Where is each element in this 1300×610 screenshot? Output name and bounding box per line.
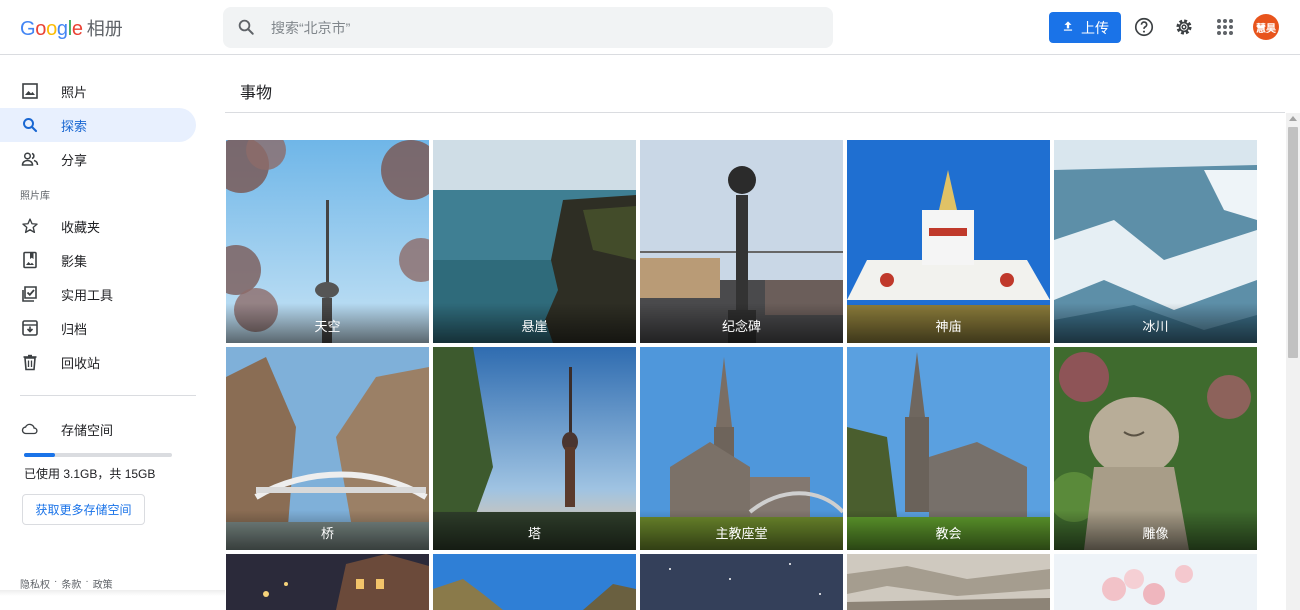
tile-caption: 纪念碑 [640,303,843,343]
sidebar-bottom-shadow [0,590,225,596]
sidebar-divider [20,395,196,396]
category-tile-cliff[interactable]: 悬崖 [433,140,636,343]
library-section-label: 照片库 [20,191,50,202]
account-avatar[interactable]: 慧昊 [1253,14,1279,40]
category-tile[interactable] [433,554,636,610]
policy-link[interactable]: 政策 [93,576,113,591]
rocks-photo [847,554,1050,610]
town-night-photo [226,554,429,610]
photo-icon [21,82,39,100]
sidebar-nav: 照片 探索 分享 照片库 收藏夹 影集 实用工具 归档 回收站 存储空间 已使用… [0,55,210,610]
tile-caption: 悬崖 [433,303,636,343]
help-icon[interactable] [1133,16,1155,38]
upload-label: 上传 [1081,19,1109,36]
logo-product-name: 相册 [86,19,123,39]
page-title: 事物 [240,85,273,102]
category-tile[interactable] [226,554,429,610]
tile-caption: 塔 [433,510,636,550]
tile-caption: 冰川 [1054,303,1257,343]
storage-progress-fill [24,453,55,457]
storage-usage-text: 已使用 3.1GB，共 15GB [24,467,156,481]
sidebar-item-albums[interactable]: 影集 [0,243,196,277]
upload-icon [1061,19,1075,36]
sidebar-item-utilities[interactable]: 实用工具 [0,277,196,311]
tile-caption: 桥 [226,510,429,550]
category-tile-glacier[interactable]: 冰川 [1054,140,1257,343]
tile-caption: 天空 [226,303,429,343]
people-icon [21,150,39,168]
category-tile-monument[interactable]: 纪念碑 [640,140,843,343]
logo-google-text: Google [20,18,83,40]
tile-caption: 神庙 [847,303,1050,343]
sidebar-item-label: 回收站 [61,355,101,371]
google-photos-logo[interactable]: Google 相册 [20,15,123,41]
footer-separator: · [54,576,58,587]
sidebar-item-label: 照片 [61,84,88,100]
cloud-icon [21,420,39,438]
album-icon [21,251,39,269]
category-tile-statue[interactable]: 雕像 [1054,347,1257,550]
category-tile-bridge[interactable]: 桥 [226,347,429,550]
category-tile[interactable] [1054,554,1257,610]
category-tile-church[interactable]: 教会 [847,347,1050,550]
tile-caption: 主教座堂 [640,510,843,550]
storage-progress-bar [24,453,172,457]
title-divider [225,112,1285,113]
category-tile-cathedral[interactable]: 主教座堂 [640,347,843,550]
get-more-storage-button[interactable]: 获取更多存储空间 [22,494,145,525]
mountain-sky-photo [433,554,636,610]
sidebar-item-trash[interactable]: 回收站 [0,345,196,379]
apps-grid-icon[interactable] [1214,16,1236,38]
category-tile[interactable] [640,554,843,610]
sidebar-item-label: 归档 [61,321,88,337]
main-scrollbar[interactable] [1286,113,1300,610]
footer-links: 隐私权 · 条款 · 政策 [20,576,113,591]
sidebar-item-archive[interactable]: 归档 [0,311,196,345]
scrollbar-thumb[interactable] [1288,127,1298,358]
privacy-link[interactable]: 隐私权 [20,576,50,591]
sidebar-item-favorites[interactable]: 收藏夹 [0,209,196,243]
night-sky-photo [640,554,843,610]
sidebar-item-label: 分享 [61,152,88,168]
search-icon [21,116,39,134]
storage-label: 存储空间 [61,422,114,438]
tile-caption: 教会 [847,510,1050,550]
archive-icon [21,319,39,337]
sidebar-item-label: 探索 [61,118,88,134]
category-tile-sky[interactable]: 天空 [226,140,429,343]
footer-separator: · [85,576,89,587]
sidebar-item-label: 影集 [61,253,88,269]
category-tile-temple[interactable]: 神庙 [847,140,1050,343]
upload-button[interactable]: 上传 [1049,12,1121,43]
terms-link[interactable]: 条款 [61,576,81,591]
sidebar-item-label: 收藏夹 [61,219,101,235]
trash-icon [21,353,39,371]
category-tile[interactable] [847,554,1050,610]
scroll-up-arrow-icon[interactable] [1289,116,1297,121]
top-app-bar: Google 相册 上传 慧昊 [0,0,1300,55]
sidebar-item-explore[interactable]: 探索 [0,108,196,142]
tile-caption: 雕像 [1054,510,1257,550]
blossom-photo [1054,554,1257,610]
category-tile-tower[interactable]: 塔 [433,347,636,550]
search-bar[interactable] [223,7,833,48]
sidebar-item-label: 实用工具 [61,287,114,303]
settings-gear-icon[interactable] [1173,16,1195,38]
search-input[interactable] [269,7,809,48]
utilities-icon [21,285,39,303]
search-icon[interactable] [237,18,255,41]
sidebar-item-sharing[interactable]: 分享 [0,142,196,176]
sidebar-item-photos[interactable]: 照片 [0,74,196,108]
sidebar-item-storage[interactable]: 存储空间 [0,412,196,446]
star-icon [21,217,39,235]
